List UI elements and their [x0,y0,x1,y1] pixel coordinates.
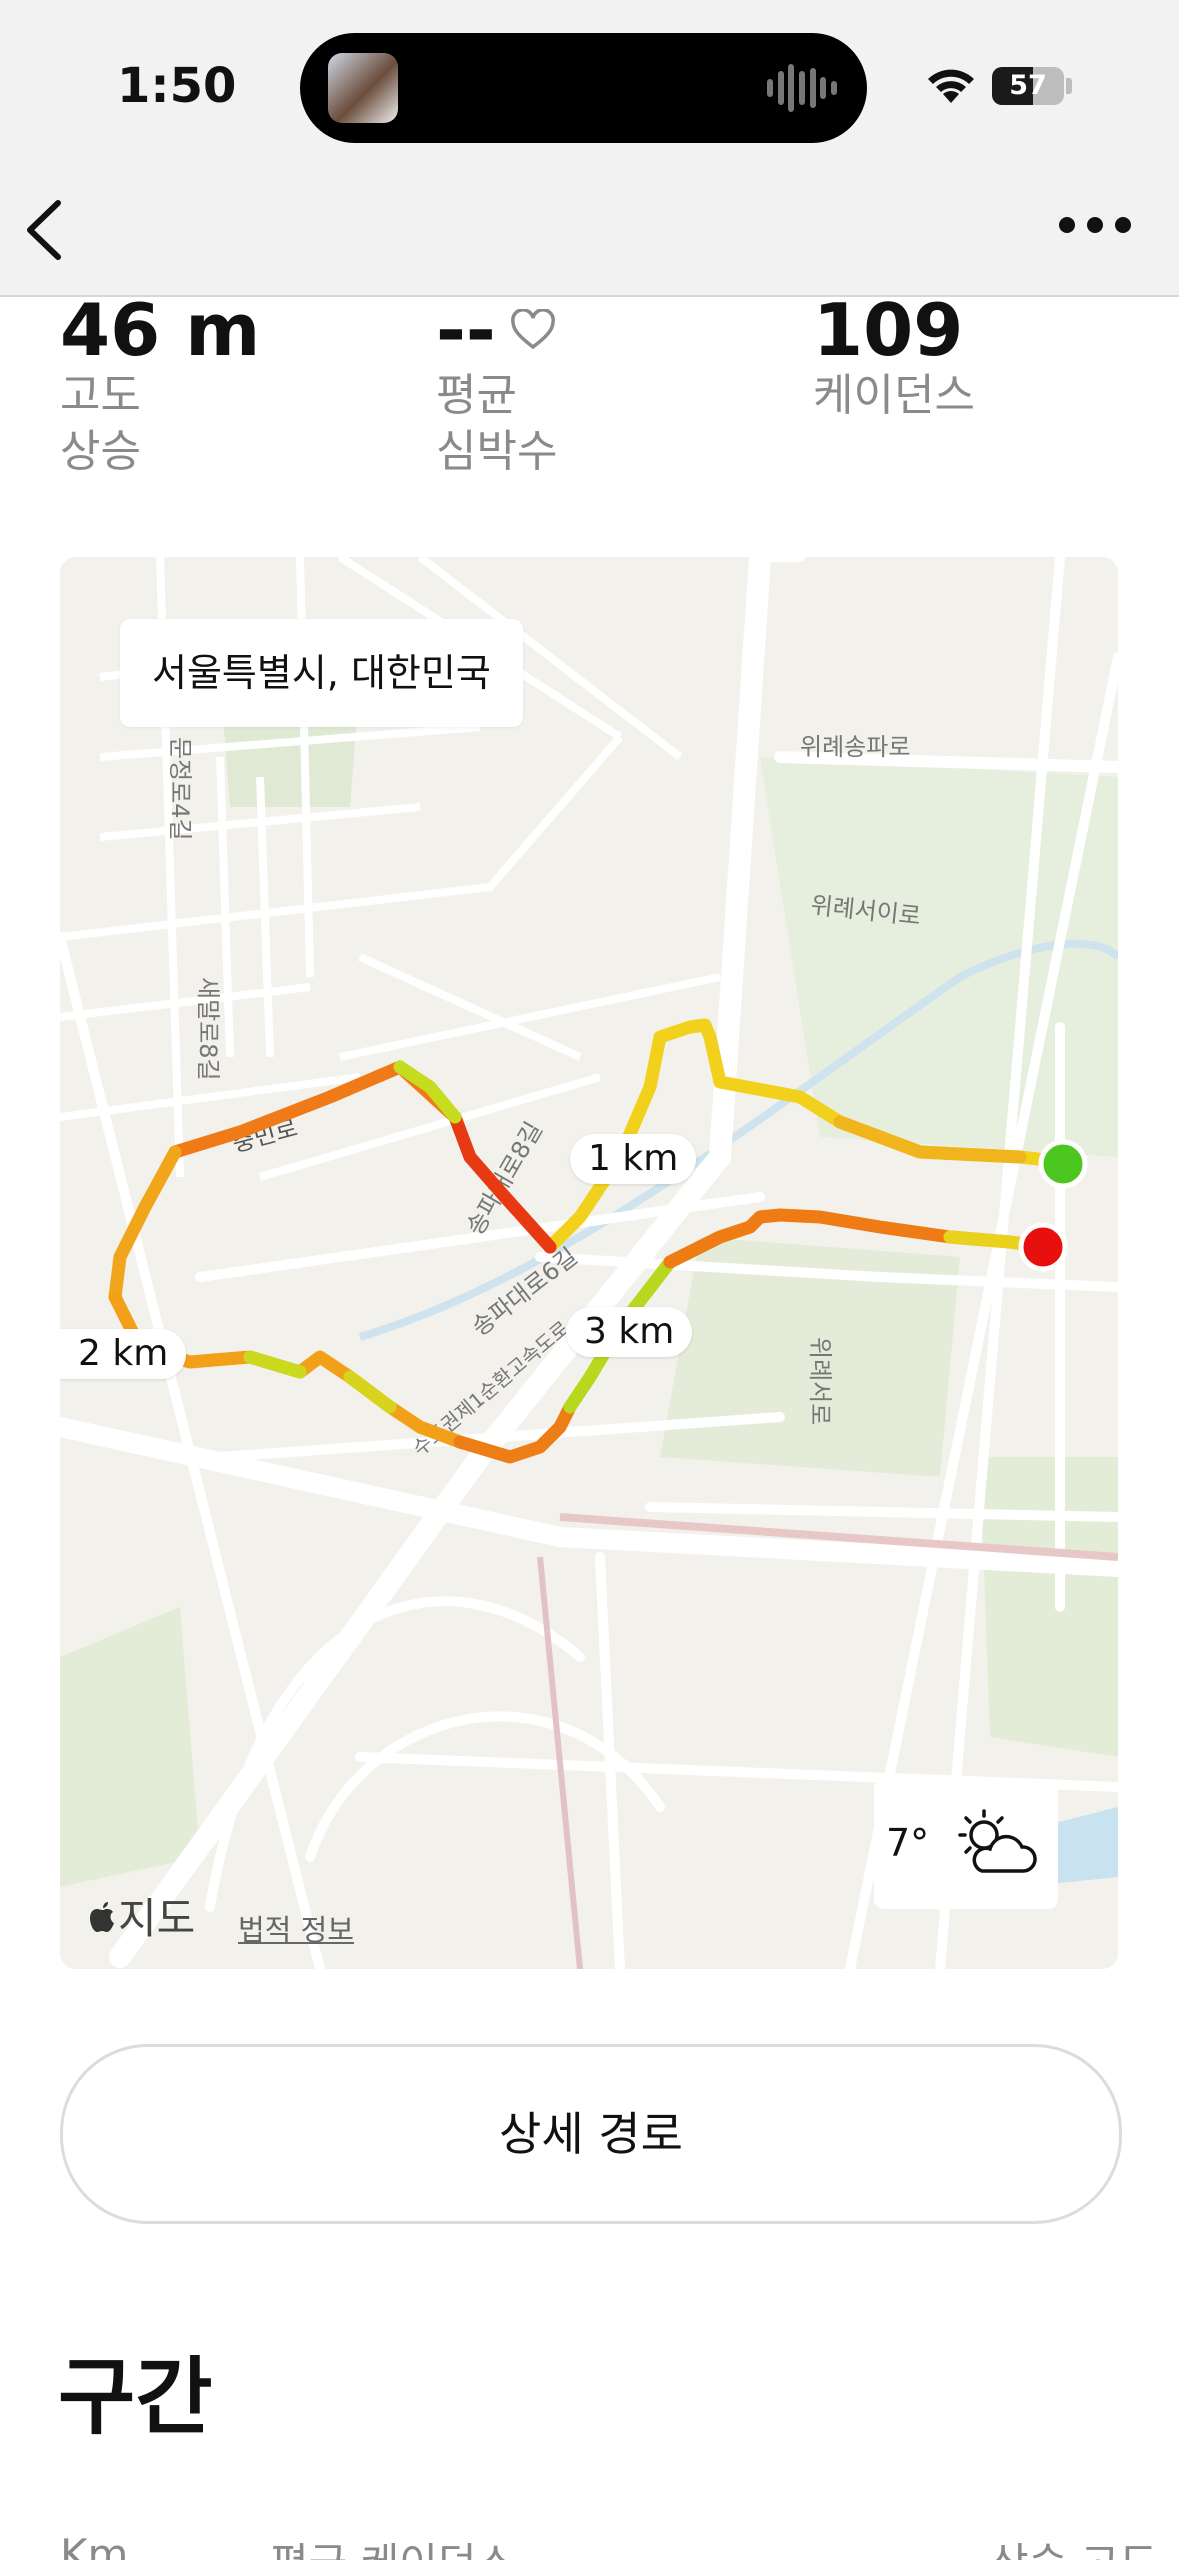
splits-section-title: 구간 [58,2348,213,2446]
route-map[interactable]: 위례송파로 위례서이로 문정로4길 새말로8길 충민로 송파대로8길 송파대로6… [60,557,1118,1969]
apple-maps-logo: 지도 [88,1885,195,1946]
battery-icon: 57 [992,67,1064,105]
now-playing-avatar [328,53,398,123]
route-end-marker [1018,1222,1068,1272]
map-location-label: 서울특별시, 대한민국 [120,619,523,727]
cadence-metric: 109 케이던스 [813,292,1073,424]
street-label: 위례송파로 [800,733,910,761]
partly-cloudy-icon [958,1809,1037,1873]
route-start-marker [1038,1139,1088,1189]
battery-percent: 57 [1009,70,1047,101]
street-label: 새말로8길 [194,977,222,1081]
street-label: 위례서로 [806,1337,834,1425]
elevation-gain-metric: 46 m 고도 상승 [60,292,260,480]
cadence-label: 케이던스 [813,370,975,421]
maps-brand-text: 지도 [118,1894,196,1943]
legal-info-link[interactable]: 법적 정보 [238,1907,354,1949]
workout-metrics: 46 m 고도 상승 -- 평균 심박수 109 케이던스 [0,292,1179,492]
navigation-bar [0,180,1179,297]
status-bar: 1:50 57 [0,0,1179,180]
km-marker-1: 1 km [570,1134,697,1184]
km-marker-2: 2 km [60,1329,187,1379]
route-detail-button[interactable]: 상세 경로 [60,2044,1122,2224]
wifi-icon [928,69,974,103]
audio-waveform-icon [767,63,837,113]
avg-heart-rate-label: 평균 심박수 [436,370,558,477]
elevation-gain-label: 고도 상승 [60,370,141,477]
ellipsis-icon[interactable] [1055,210,1135,240]
km-marker-3: 3 km [566,1307,693,1357]
dynamic-island[interactable] [300,33,867,143]
avg-heart-rate-metric: -- 평균 심박수 [436,292,616,480]
heart-icon [510,309,555,350]
battery-nub [1066,78,1072,94]
street-label: 문정로4길 [166,737,194,841]
status-time: 1:50 [117,58,237,114]
map-canvas: 위례송파로 위례서이로 문정로4길 새말로8길 충민로 송파대로8길 송파대로6… [60,557,1118,1969]
chevron-left-icon[interactable] [18,195,78,265]
weather-temperature: 7° [886,1821,930,1865]
apple-logo-icon [90,1901,114,1932]
cadence-value: 109 [813,288,964,372]
weather-badge: 7° [874,1779,1058,1909]
elevation-gain-value: 46 m [60,288,261,372]
avg-heart-rate-value: -- [436,288,496,372]
